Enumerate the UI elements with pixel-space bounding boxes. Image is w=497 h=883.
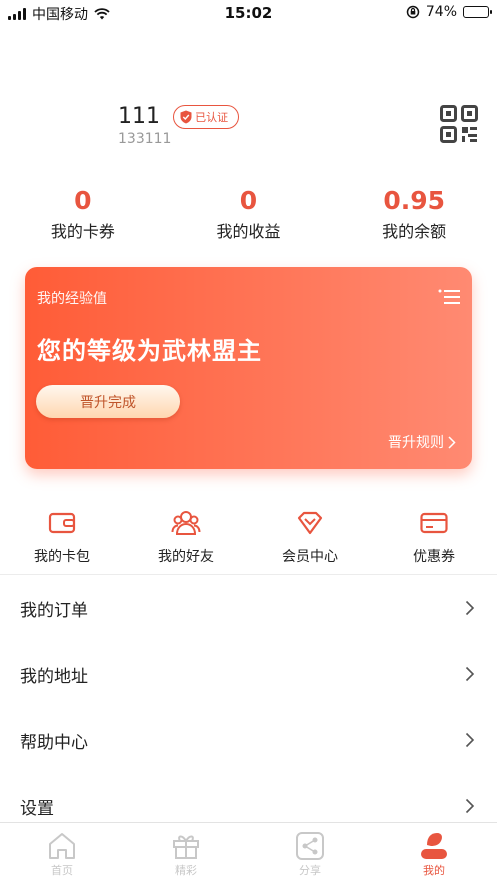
user-id: 133111	[118, 131, 172, 147]
menu-item-label: 我的地址	[20, 666, 88, 687]
action-label: 我的好友	[158, 549, 214, 565]
stat-label: 我的余额	[382, 222, 447, 241]
profile-header[interactable]: 111 已认证 133111	[118, 104, 240, 147]
qr-code-icon[interactable]	[440, 105, 478, 143]
level-title: 您的等级为武林盟主	[37, 337, 262, 365]
card-icon	[420, 512, 448, 534]
menu-item-label: 帮助中心	[20, 732, 88, 753]
status-bar: 中国移动 15:02 74%	[0, 0, 497, 26]
action-coupons[interactable]: 优惠券	[372, 508, 496, 566]
verified-text: 已认证	[195, 110, 229, 124]
stat-value: 0	[74, 186, 92, 215]
stats-row: 0 我的卡券 0 我的收益 0.95 我的余额	[0, 186, 497, 242]
chevron-right-icon	[465, 732, 475, 748]
battery-percent: 74%	[425, 4, 457, 20]
promotion-button[interactable]: 晋升完成	[36, 385, 180, 418]
menu-item-label: 设置	[20, 798, 54, 819]
stat-earnings[interactable]: 0 我的收益	[166, 186, 332, 242]
action-label: 我的卡包	[34, 549, 90, 565]
rotation-lock-icon	[406, 5, 420, 19]
stat-value: 0	[239, 186, 258, 215]
tab-label: 精彩	[175, 864, 197, 877]
share-icon	[296, 832, 324, 860]
promotion-rules-link[interactable]: 晋升规则	[388, 432, 456, 452]
chevron-right-icon	[465, 798, 475, 814]
stat-value: 0.95	[383, 186, 446, 215]
tab-share[interactable]: 分享	[248, 823, 372, 883]
gift-icon	[173, 835, 199, 859]
shield-check-icon	[180, 110, 192, 123]
stat-label: 我的收益	[216, 222, 281, 241]
chevron-right-icon	[448, 435, 456, 449]
tab-label: 我的	[423, 864, 445, 877]
home-icon	[49, 833, 75, 859]
stat-balance[interactable]: 0.95 我的余额	[331, 186, 497, 242]
status-right: 74%	[406, 4, 492, 20]
promotion-rules-label: 晋升规则	[388, 435, 444, 451]
verified-badge: 已认证	[173, 104, 240, 129]
action-wallet[interactable]: 我的卡包	[0, 508, 124, 566]
chevron-right-icon	[465, 666, 475, 682]
username: 111	[118, 104, 160, 129]
menu-item-label: 我的订单	[20, 600, 88, 621]
friends-icon	[171, 511, 201, 535]
quick-actions: 我的卡包 我的好友 会员中心 优惠券	[0, 508, 497, 566]
tab-bar: 首页 精彩 分享 我的	[0, 822, 497, 883]
chevron-right-icon	[465, 600, 475, 616]
action-label: 优惠券	[413, 549, 455, 565]
wallet-icon	[48, 512, 76, 534]
menu-list: 我的订单 我的地址 帮助中心 设置	[0, 575, 497, 839]
battery-icon	[463, 6, 492, 18]
stat-coupons[interactable]: 0 我的卡券	[0, 186, 166, 242]
tab-highlights[interactable]: 精彩	[124, 823, 248, 883]
list-menu-icon[interactable]	[438, 289, 460, 305]
diamond-icon	[297, 511, 323, 535]
tab-mine[interactable]: 我的	[372, 823, 496, 883]
profile-icon	[421, 833, 447, 859]
menu-item-address[interactable]: 我的地址	[0, 641, 497, 707]
experience-label: 我的经验值	[37, 291, 107, 307]
tab-home[interactable]: 首页	[0, 823, 124, 883]
action-friends[interactable]: 我的好友	[124, 508, 248, 566]
action-member-center[interactable]: 会员中心	[248, 508, 372, 566]
action-label: 会员中心	[282, 549, 338, 565]
stat-label: 我的卡券	[50, 222, 115, 241]
menu-item-help[interactable]: 帮助中心	[0, 707, 497, 773]
menu-item-orders[interactable]: 我的订单	[0, 575, 497, 641]
level-card: 我的经验值 您的等级为武林盟主 晋升完成 晋升规则	[25, 267, 472, 469]
tab-label: 分享	[299, 864, 321, 877]
tab-label: 首页	[51, 864, 73, 877]
